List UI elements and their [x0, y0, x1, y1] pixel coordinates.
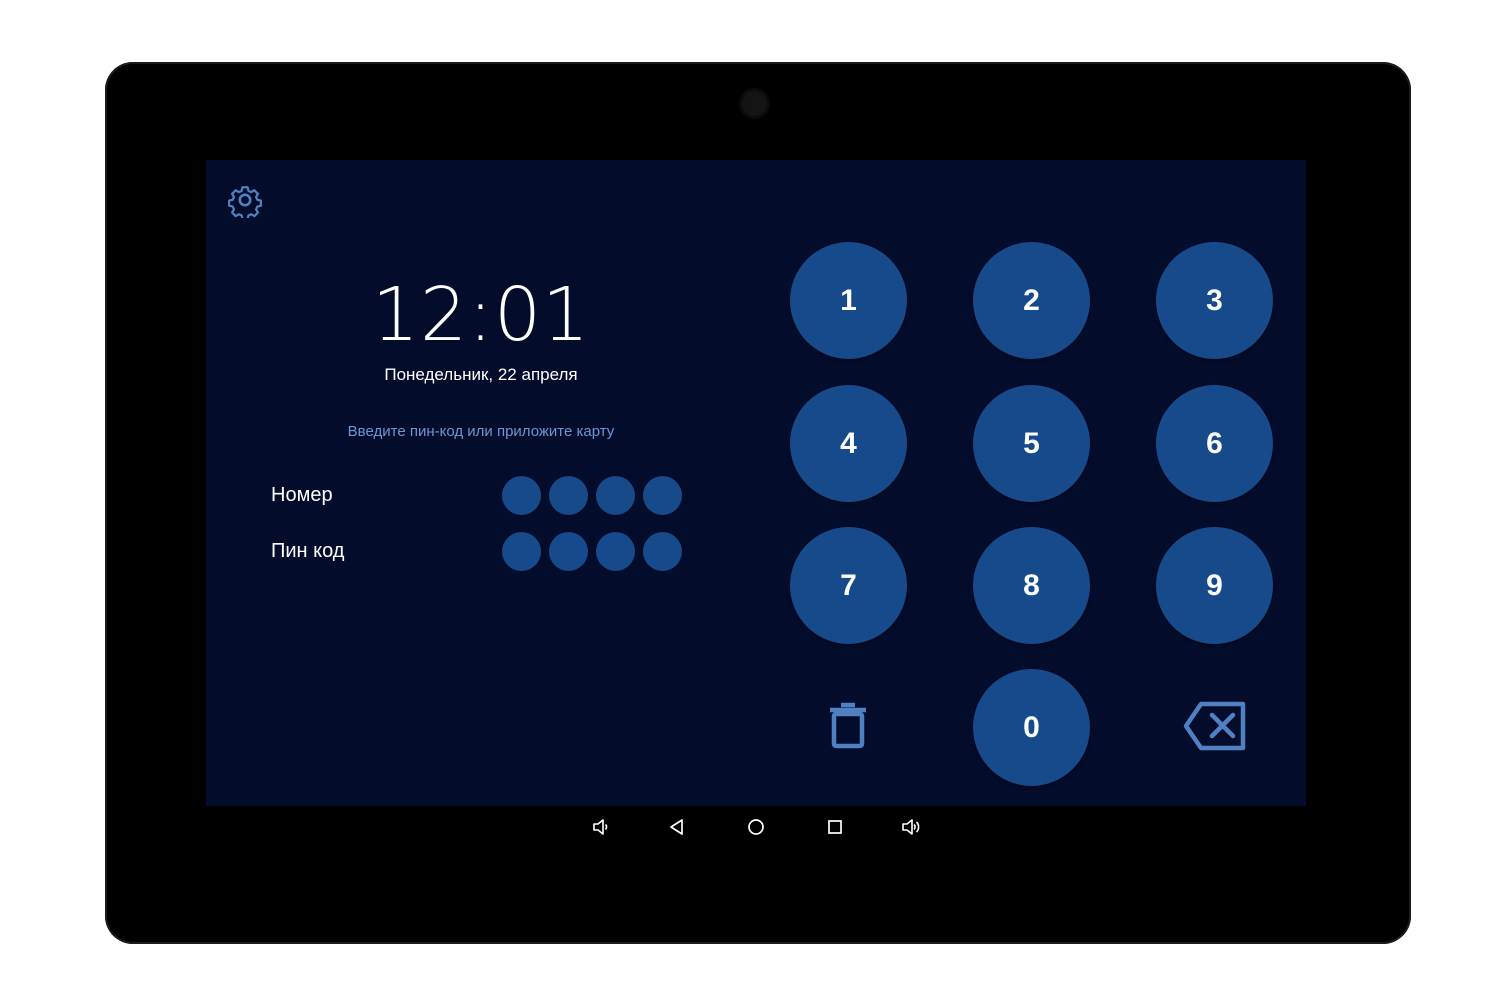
- number-dot: [643, 476, 682, 515]
- lock-screen: 12:01 Понедельник, 22 апреля Введите пин…: [206, 160, 1306, 806]
- front-camera: [742, 91, 767, 116]
- backspace-icon: [1183, 701, 1246, 751]
- backspace-button[interactable]: [1181, 698, 1251, 754]
- recents-icon[interactable]: [824, 816, 846, 838]
- key-0[interactable]: 0: [973, 669, 1090, 786]
- volume-down-icon[interactable]: [590, 816, 612, 838]
- volume-up-icon[interactable]: [900, 816, 922, 838]
- pin-dot: [502, 532, 541, 571]
- pin-dot: [596, 532, 635, 571]
- instruction-text: Введите пин-код или приложите карту: [347, 423, 615, 440]
- number-dot: [502, 476, 541, 515]
- number-label: Номер: [271, 484, 333, 506]
- pin-label: Пин код: [271, 540, 345, 562]
- number-dot: [596, 476, 635, 515]
- key-8[interactable]: 8: [973, 527, 1090, 644]
- trash-icon: [830, 702, 866, 749]
- key-9[interactable]: 9: [1156, 527, 1273, 644]
- number-dot: [549, 476, 588, 515]
- key-3[interactable]: 3: [1156, 242, 1273, 359]
- system-nav-bar: [206, 806, 1306, 848]
- key-7[interactable]: 7: [790, 527, 907, 644]
- gear-icon[interactable]: [227, 182, 263, 221]
- back-icon[interactable]: [666, 816, 688, 838]
- key-1[interactable]: 1: [790, 242, 907, 359]
- clock-date: Понедельник, 22 апреля: [384, 365, 578, 384]
- number-indicator: [502, 476, 682, 515]
- key-6[interactable]: 6: [1156, 385, 1273, 502]
- clock-time: 12:01: [371, 272, 591, 358]
- key-2[interactable]: 2: [973, 242, 1090, 359]
- pin-dot: [643, 532, 682, 571]
- key-5[interactable]: 5: [973, 385, 1090, 502]
- pin-dot: [549, 532, 588, 571]
- home-icon[interactable]: [745, 816, 767, 838]
- pin-indicator: [502, 532, 682, 571]
- clear-button[interactable]: [818, 690, 878, 760]
- key-4[interactable]: 4: [790, 385, 907, 502]
